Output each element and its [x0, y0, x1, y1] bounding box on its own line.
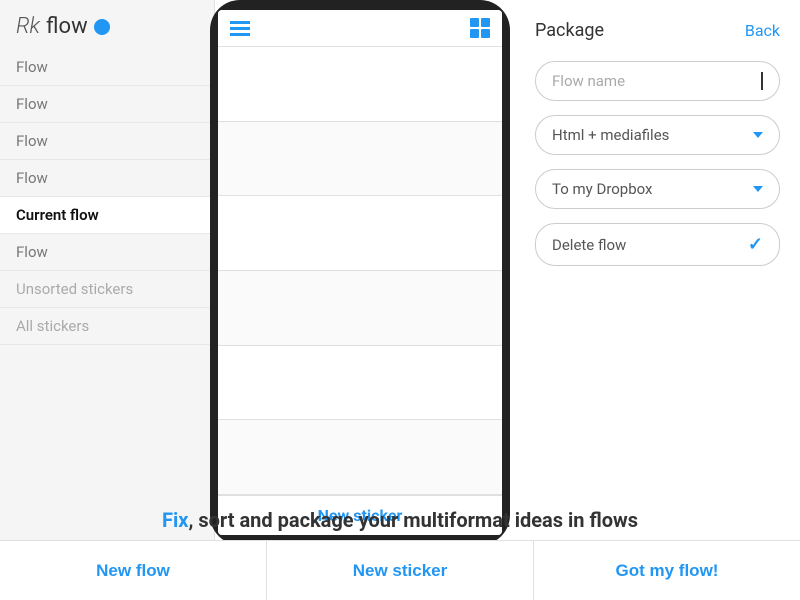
sidebar-item-all-stickers[interactable]: All stickers: [0, 308, 214, 345]
new-sticker-button[interactable]: New sticker: [267, 541, 534, 600]
right-panel-title: Package: [535, 20, 604, 41]
delete-checkmark-icon: ✓: [748, 234, 763, 255]
app-logo: Rkflow: [0, 0, 214, 49]
destination-chevron-icon: [753, 186, 763, 192]
phone-row-3: [218, 196, 502, 271]
tagline-rest: , sort and package your multiformat idea…: [188, 508, 638, 532]
got-flow-button[interactable]: Got my flow!: [534, 541, 800, 600]
phone-row-2: [218, 122, 502, 197]
sidebar-list: Flow Flow Flow Flow Current flow Flow Un…: [0, 49, 214, 345]
phone-row-4: [218, 271, 502, 346]
flow-name-field[interactable]: Flow name: [535, 61, 780, 101]
logo-dot: [94, 19, 110, 35]
phone-row-5: [218, 346, 502, 421]
phone-row-1: [218, 47, 502, 122]
sidebar-item-3[interactable]: Flow: [0, 160, 214, 197]
logo-flow: flow: [46, 14, 88, 39]
sidebar-item-0[interactable]: Flow: [0, 49, 214, 86]
format-label: Html + mediafiles: [552, 126, 669, 144]
sidebar: Rkflow Flow Flow Flow Flow Current flow …: [0, 0, 215, 540]
format-chevron-icon: [753, 132, 763, 138]
new-flow-button[interactable]: New flow: [0, 541, 267, 600]
format-dropdown[interactable]: Html + mediafiles: [535, 115, 780, 155]
phone-row-6: [218, 420, 502, 495]
logo-rk: Rk: [16, 14, 40, 39]
phone-content: [218, 47, 502, 495]
right-panel: Package Back Flow name Html + mediafiles…: [515, 0, 800, 545]
back-button[interactable]: Back: [745, 21, 780, 40]
bottom-bar: New flow New sticker Got my flow!: [0, 540, 800, 600]
text-cursor: [761, 72, 763, 90]
destination-label: To my Dropbox: [552, 180, 653, 198]
right-panel-header: Package Back: [535, 20, 780, 41]
flow-name-placeholder: Flow name: [552, 72, 625, 90]
phone-mockup: New sticker: [210, 0, 510, 545]
delete-label: Delete flow: [552, 236, 626, 254]
sidebar-item-5[interactable]: Flow: [0, 234, 214, 271]
sidebar-item-1[interactable]: Flow: [0, 86, 214, 123]
tagline: Fix, sort and package your multiformat i…: [0, 508, 800, 532]
destination-dropdown[interactable]: To my Dropbox: [535, 169, 780, 209]
grid-icon[interactable]: [470, 18, 490, 38]
tagline-fix: Fix: [162, 508, 188, 532]
sidebar-item-unsorted[interactable]: Unsorted stickers: [0, 271, 214, 308]
menu-icon[interactable]: [230, 21, 250, 36]
sidebar-item-current-flow[interactable]: Current flow: [0, 197, 214, 234]
phone-header: [218, 10, 502, 47]
sidebar-item-2[interactable]: Flow: [0, 123, 214, 160]
phone-screen: New sticker: [218, 10, 502, 535]
delete-flow-field[interactable]: Delete flow ✓: [535, 223, 780, 266]
